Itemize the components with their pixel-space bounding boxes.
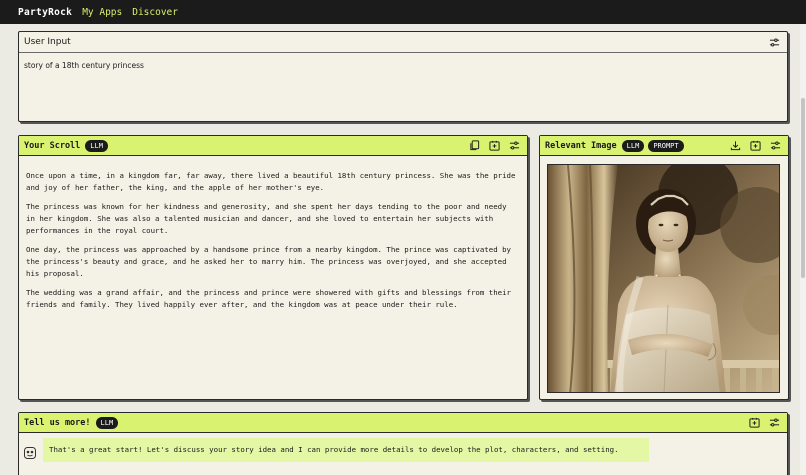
your-scroll-panel: Your Scroll LLM Once upon a time, in a k… — [18, 135, 528, 400]
page-scrollbar-thumb[interactable] — [801, 98, 805, 278]
sliders-icon[interactable] — [767, 416, 781, 430]
user-input-field[interactable] — [19, 53, 787, 78]
add-to-app-icon[interactable] — [748, 139, 762, 153]
user-input-title: User Input — [24, 37, 71, 47]
user-input-panel: User Input — [18, 31, 788, 122]
your-scroll-title: Your Scroll — [24, 140, 81, 151]
brand-logo[interactable]: PartyRock — [18, 7, 72, 18]
user-input-header: User Input — [19, 32, 787, 53]
generated-image[interactable] — [547, 164, 780, 393]
scroll-text: Once upon a time, in a kingdom far, far … — [19, 156, 527, 310]
relevant-image-header: Relevant Image LLM PROMPT — [540, 136, 788, 156]
chat-message-row: That's a great start! Let's discuss your… — [19, 433, 787, 462]
princess-portrait-image — [548, 165, 779, 392]
bot-avatar-icon — [23, 445, 37, 459]
relevant-image-title: Relevant Image — [545, 140, 617, 151]
chat-message: That's a great start! Let's discuss your… — [43, 438, 649, 462]
download-icon[interactable] — [728, 139, 742, 153]
copy-icon[interactable] — [467, 139, 481, 153]
tell-us-more-header: Tell us more! LLM — [19, 413, 787, 433]
relevant-image-panel: Relevant Image LLM PROMPT — [539, 135, 789, 400]
sliders-icon[interactable] — [767, 35, 781, 49]
sliders-icon[interactable] — [507, 139, 521, 153]
story-paragraph: One day, the princess was approached by … — [26, 244, 511, 278]
add-to-app-icon[interactable] — [747, 416, 761, 430]
llm-badge: LLM — [85, 139, 108, 152]
sliders-icon[interactable] — [768, 139, 782, 153]
tell-us-more-panel: Tell us more! LLM That's a great start! … — [18, 412, 788, 475]
llm-badge: LLM — [95, 416, 119, 429]
story-paragraph: The princess was known for her kindness … — [26, 202, 507, 235]
prompt-badge: PROMPT — [648, 139, 684, 152]
add-to-app-icon[interactable] — [487, 139, 501, 153]
your-scroll-header: Your Scroll LLM — [19, 136, 527, 156]
story-paragraph: Once upon a time, in a kingdom far, far … — [26, 171, 516, 192]
top-nav: PartyRock My Apps Discover — [0, 0, 806, 24]
story-paragraph: The wedding was a grand affair, and the … — [26, 287, 511, 309]
tell-us-more-title: Tell us more! — [24, 417, 91, 428]
llm-badge: LLM — [621, 139, 645, 152]
nav-link-discover[interactable]: Discover — [132, 7, 178, 18]
nav-link-my-apps[interactable]: My Apps — [82, 7, 122, 18]
